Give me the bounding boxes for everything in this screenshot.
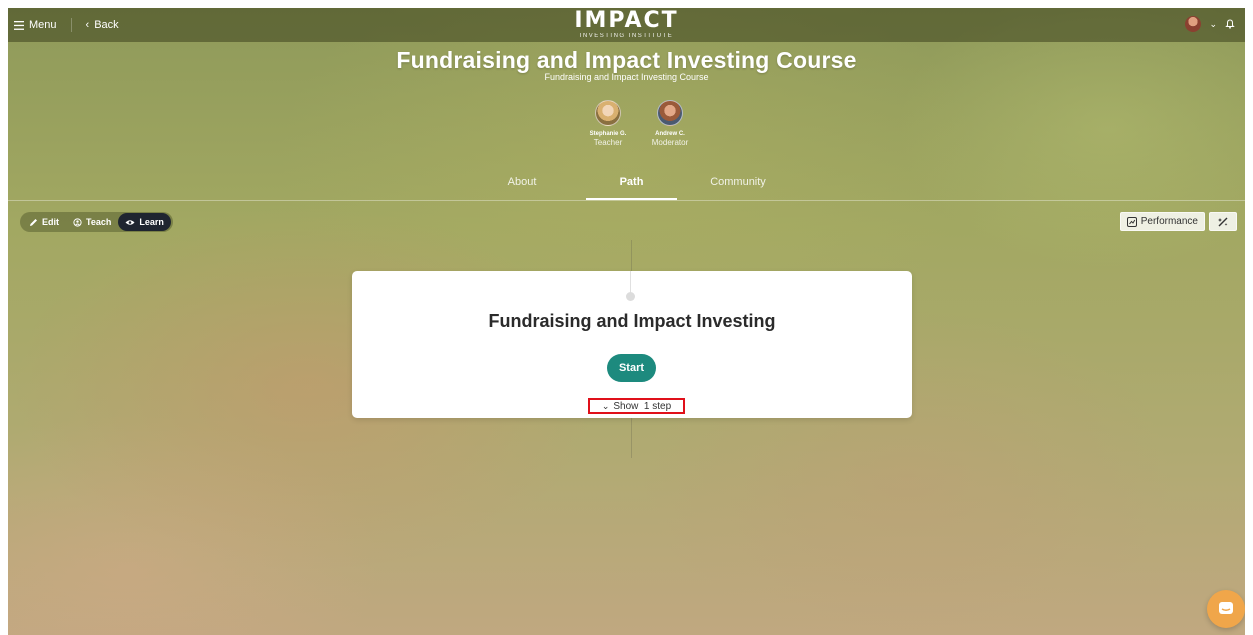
course-staff: Stephanie G. Teacher Andrew C. Moderator (582, 100, 696, 148)
performance-label: Performance (1140, 216, 1198, 227)
back-button[interactable]: ‹ Back (86, 19, 119, 31)
teach-icon (73, 217, 82, 227)
chart-icon (1126, 216, 1137, 227)
staff-name: Andrew C. (655, 131, 685, 137)
mode-teach-button[interactable]: Teach (66, 213, 118, 231)
tab-path[interactable]: Path (586, 174, 677, 200)
performance-button[interactable]: Performance (1119, 212, 1205, 231)
course-title: Fundraising and Impact Investing Course (396, 47, 857, 73)
back-label: Back (94, 19, 119, 31)
mode-learn-button[interactable]: Learn (118, 213, 171, 231)
impact-logo[interactable]: IMPACT INVESTING INSTITUTE (574, 10, 678, 40)
staff-role: Teacher (593, 138, 623, 147)
menu-label: Menu (29, 19, 57, 31)
mode-teach-label: Teach (86, 217, 112, 227)
bell-icon[interactable] (1225, 19, 1235, 29)
user-avatar[interactable] (1185, 16, 1202, 32)
top-bar: Menu ‹ Back IMPACT INVESTING INSTITUTE ⌄ (8, 8, 1245, 42)
logo-main-text: IMPACT (574, 8, 679, 33)
menu-button[interactable]: Menu (14, 19, 57, 31)
magic-wand-button[interactable] (1209, 212, 1237, 231)
mode-switch: Edit Teach Learn (20, 212, 173, 232)
divider (70, 18, 72, 32)
card-connector-line (630, 271, 631, 293)
show-steps-toggle[interactable]: ⌄ Show 1 step (588, 398, 685, 414)
chevron-down-icon[interactable]: ⌄ (1209, 19, 1217, 30)
mode-edit-button[interactable]: Edit (22, 213, 66, 231)
mode-learn-label: Learn (139, 217, 164, 227)
chat-launcher-button[interactable] (1207, 590, 1245, 628)
tab-community[interactable]: Community (698, 174, 778, 200)
logo-sub-text: INVESTING INSTITUTE (579, 33, 674, 39)
start-button[interactable]: Start (607, 354, 656, 382)
chevron-left-icon: ‹ (85, 19, 90, 31)
path-connector-line (631, 240, 632, 271)
mode-edit-label: Edit (42, 217, 59, 227)
pencil-icon (30, 218, 37, 226)
eye-icon (125, 219, 135, 225)
avatar (595, 100, 621, 126)
app-frame: Menu ‹ Back IMPACT INVESTING INSTITUTE ⌄… (8, 8, 1245, 635)
path-card: Fundraising and Impact Investing Start ⌄… (352, 271, 912, 418)
show-steps-label: Show 1 step (613, 400, 672, 412)
magic-wand-icon (1218, 217, 1228, 226)
tab-divider (8, 200, 1245, 201)
course-subtitle: Fundraising and Impact Investing Course (544, 72, 709, 82)
chat-icon (1219, 602, 1233, 614)
path-node (626, 292, 635, 301)
staff-member[interactable]: Stephanie G. Teacher (582, 100, 634, 148)
tab-about[interactable]: About (492, 174, 552, 200)
course-tabs: About Path Community (8, 174, 1245, 200)
path-connector-line (631, 418, 632, 458)
hamburger-icon (14, 20, 24, 30)
path-title: Fundraising and Impact Investing (488, 311, 776, 331)
chevron-down-icon: ⌄ (601, 400, 610, 411)
staff-role: Moderator (651, 138, 689, 147)
right-tools: Performance (1119, 212, 1237, 231)
avatar (657, 100, 683, 126)
staff-name: Stephanie G. (589, 131, 627, 137)
staff-member[interactable]: Andrew C. Moderator (644, 100, 696, 148)
